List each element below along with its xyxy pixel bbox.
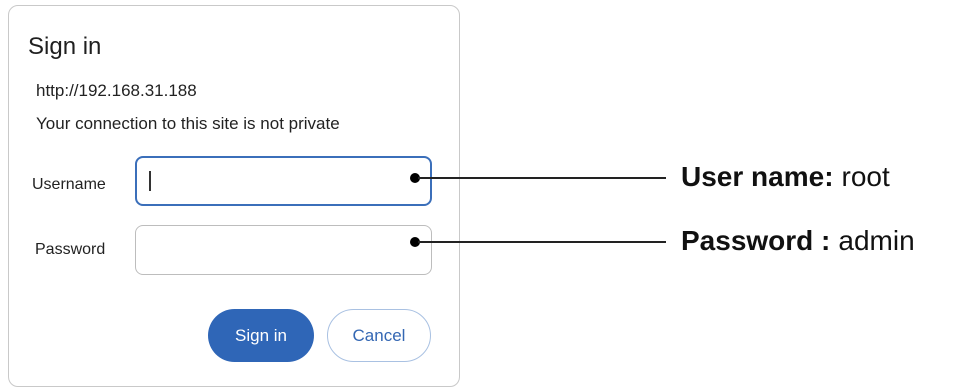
password-callout-line [418, 241, 666, 243]
dialog-title: Sign in [28, 33, 102, 60]
site-url: http://192.168.31.188 [36, 81, 197, 100]
connection-warning: Your connection to this site is not priv… [36, 114, 340, 133]
username-callout-line [418, 177, 666, 179]
sign-in-dialog: Sign in http://192.168.31.188 Your conne… [8, 5, 460, 387]
password-callout-separator: : [813, 225, 831, 256]
password-callout-value: admin [838, 225, 915, 256]
username-callout-separator: : [824, 161, 834, 192]
username-label: Username [32, 176, 106, 193]
username-callout-label: User name [681, 161, 825, 192]
sign-in-button[interactable]: Sign in [208, 309, 314, 362]
password-callout: Password : admin [681, 224, 915, 258]
username-input[interactable] [135, 156, 432, 206]
password-input[interactable] [135, 225, 432, 275]
password-label: Password [35, 241, 106, 258]
text-cursor [149, 171, 151, 191]
password-callout-label: Password [681, 225, 814, 256]
cancel-button[interactable]: Cancel [327, 309, 431, 362]
username-callout-value: root [841, 161, 890, 192]
username-callout: User name: root [681, 160, 890, 194]
